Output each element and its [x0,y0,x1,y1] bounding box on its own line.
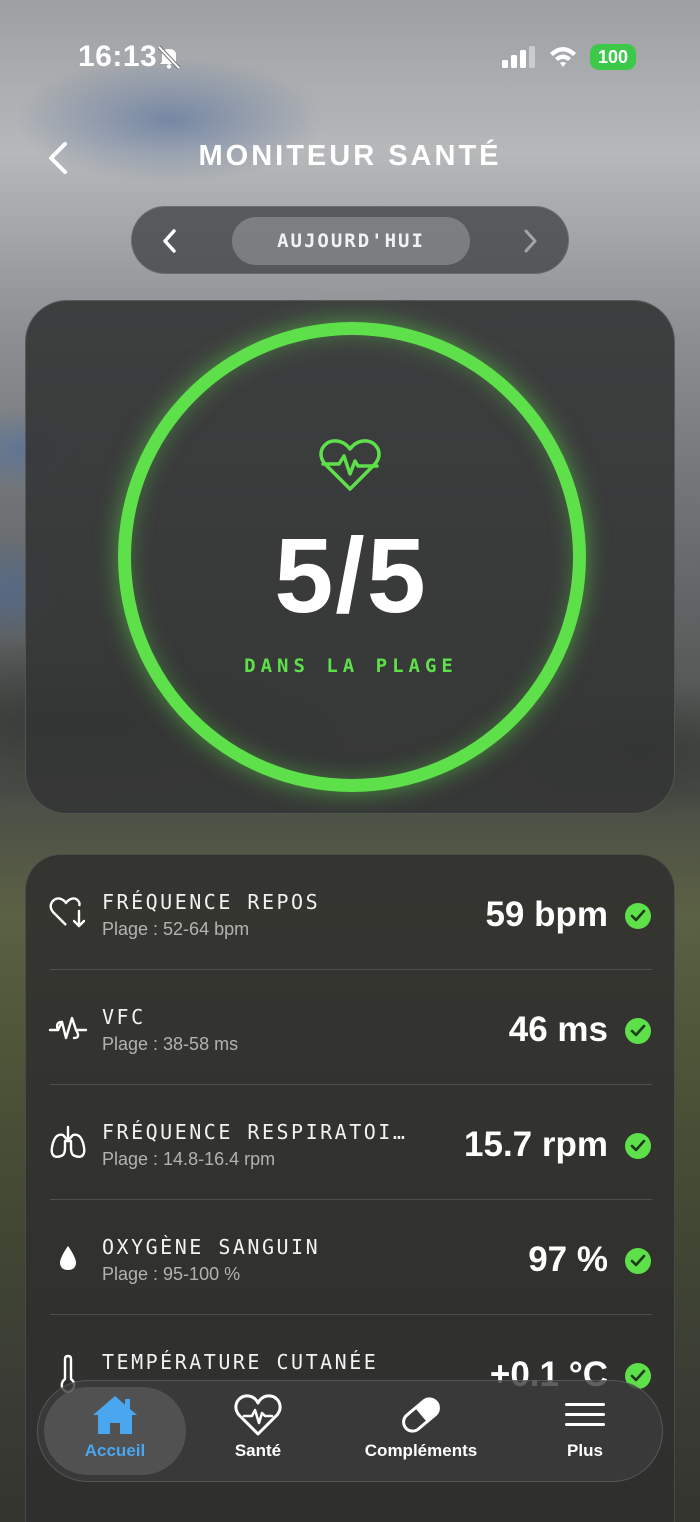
page-title: MONITEUR SANTÉ [198,140,502,172]
metric-value: 59 bpm [485,895,608,934]
tab-label: Accueil [84,1441,146,1460]
metric-range: Plage : 14.8-16.4 rpm [102,1149,276,1169]
metric-name: FRÉQUENCE RESPIRATOI… [102,1120,408,1144]
bell-slash-icon [157,45,181,70]
pill-icon [402,1397,440,1433]
metric-name: OXYGÈNE SANGUIN [102,1235,321,1259]
tab-label: Santé [234,1441,282,1460]
tab-bar: Accueil Santé Compléments Plus [37,1380,663,1482]
health-score-card[interactable]: 5/5 DANS LA PLAGE [25,300,675,814]
score-value: 5/5 [274,517,428,635]
battery-indicator: 100 [590,44,636,70]
drop-icon [60,1246,76,1270]
tab-more[interactable]: Plus [538,1387,632,1475]
metric-value: 97 % [528,1240,608,1279]
menu-icon [565,1403,605,1426]
metric-name: TEMPÉRATURE CUTANÉE [102,1350,379,1374]
date-switcher: AUJOURD'HUI [131,206,569,274]
lungs-icon [50,1125,86,1158]
metric-row-respiratory-rate[interactable]: FRÉQUENCE RESPIRATOI… Plage : 14.8-16.4 … [26,1085,674,1200]
metric-row-resting-heart-rate[interactable]: FRÉQUENCE REPOS Plage : 52-64 bpm 59 bpm [26,855,674,970]
heart-down-icon [49,897,86,928]
metric-range: Plage : 52-64 bpm [102,919,250,939]
metric-range: Plage : 95-100 % [102,1264,241,1284]
hrv-wave-icon [48,1016,88,1040]
tab-label: Plus [567,1441,603,1460]
next-day-chevron-icon[interactable] [518,225,542,257]
current-date-pill[interactable]: AUJOURD'HUI [232,217,470,265]
metric-value: 46 ms [508,1010,608,1049]
status-time: 16:13 [78,40,158,73]
check-circle-icon [625,1018,651,1044]
tab-home[interactable]: Accueil [44,1387,186,1475]
check-circle-icon [625,1133,651,1159]
heart-pulse-icon [234,1394,282,1436]
metric-range: Plage : 38-58 ms [102,1034,239,1054]
home-icon [93,1396,137,1434]
metric-name: FRÉQUENCE REPOS [102,890,321,914]
heart-pulse-icon [319,439,381,491]
status-bar: 16:13 100 [0,0,700,110]
wifi-icon [550,47,576,67]
tab-health[interactable]: Santé [208,1387,308,1475]
metric-row-blood-oxygen[interactable]: OXYGÈNE SANGUIN Plage : 95-100 % 97 % [26,1200,674,1315]
metric-value: 15.7 rpm [464,1125,608,1164]
previous-day-chevron-icon[interactable] [158,225,182,257]
metric-name: VFC [102,1005,146,1029]
tab-label: Compléments [364,1441,478,1460]
tab-supplements[interactable]: Compléments [351,1387,491,1475]
cellular-signal-icon [502,46,535,68]
score-label: DANS LA PLAGE [244,655,458,677]
metric-row-hrv[interactable]: VFC Plage : 38-58 ms 46 ms [26,970,674,1085]
check-circle-icon [625,1248,651,1274]
check-circle-icon [625,903,651,929]
